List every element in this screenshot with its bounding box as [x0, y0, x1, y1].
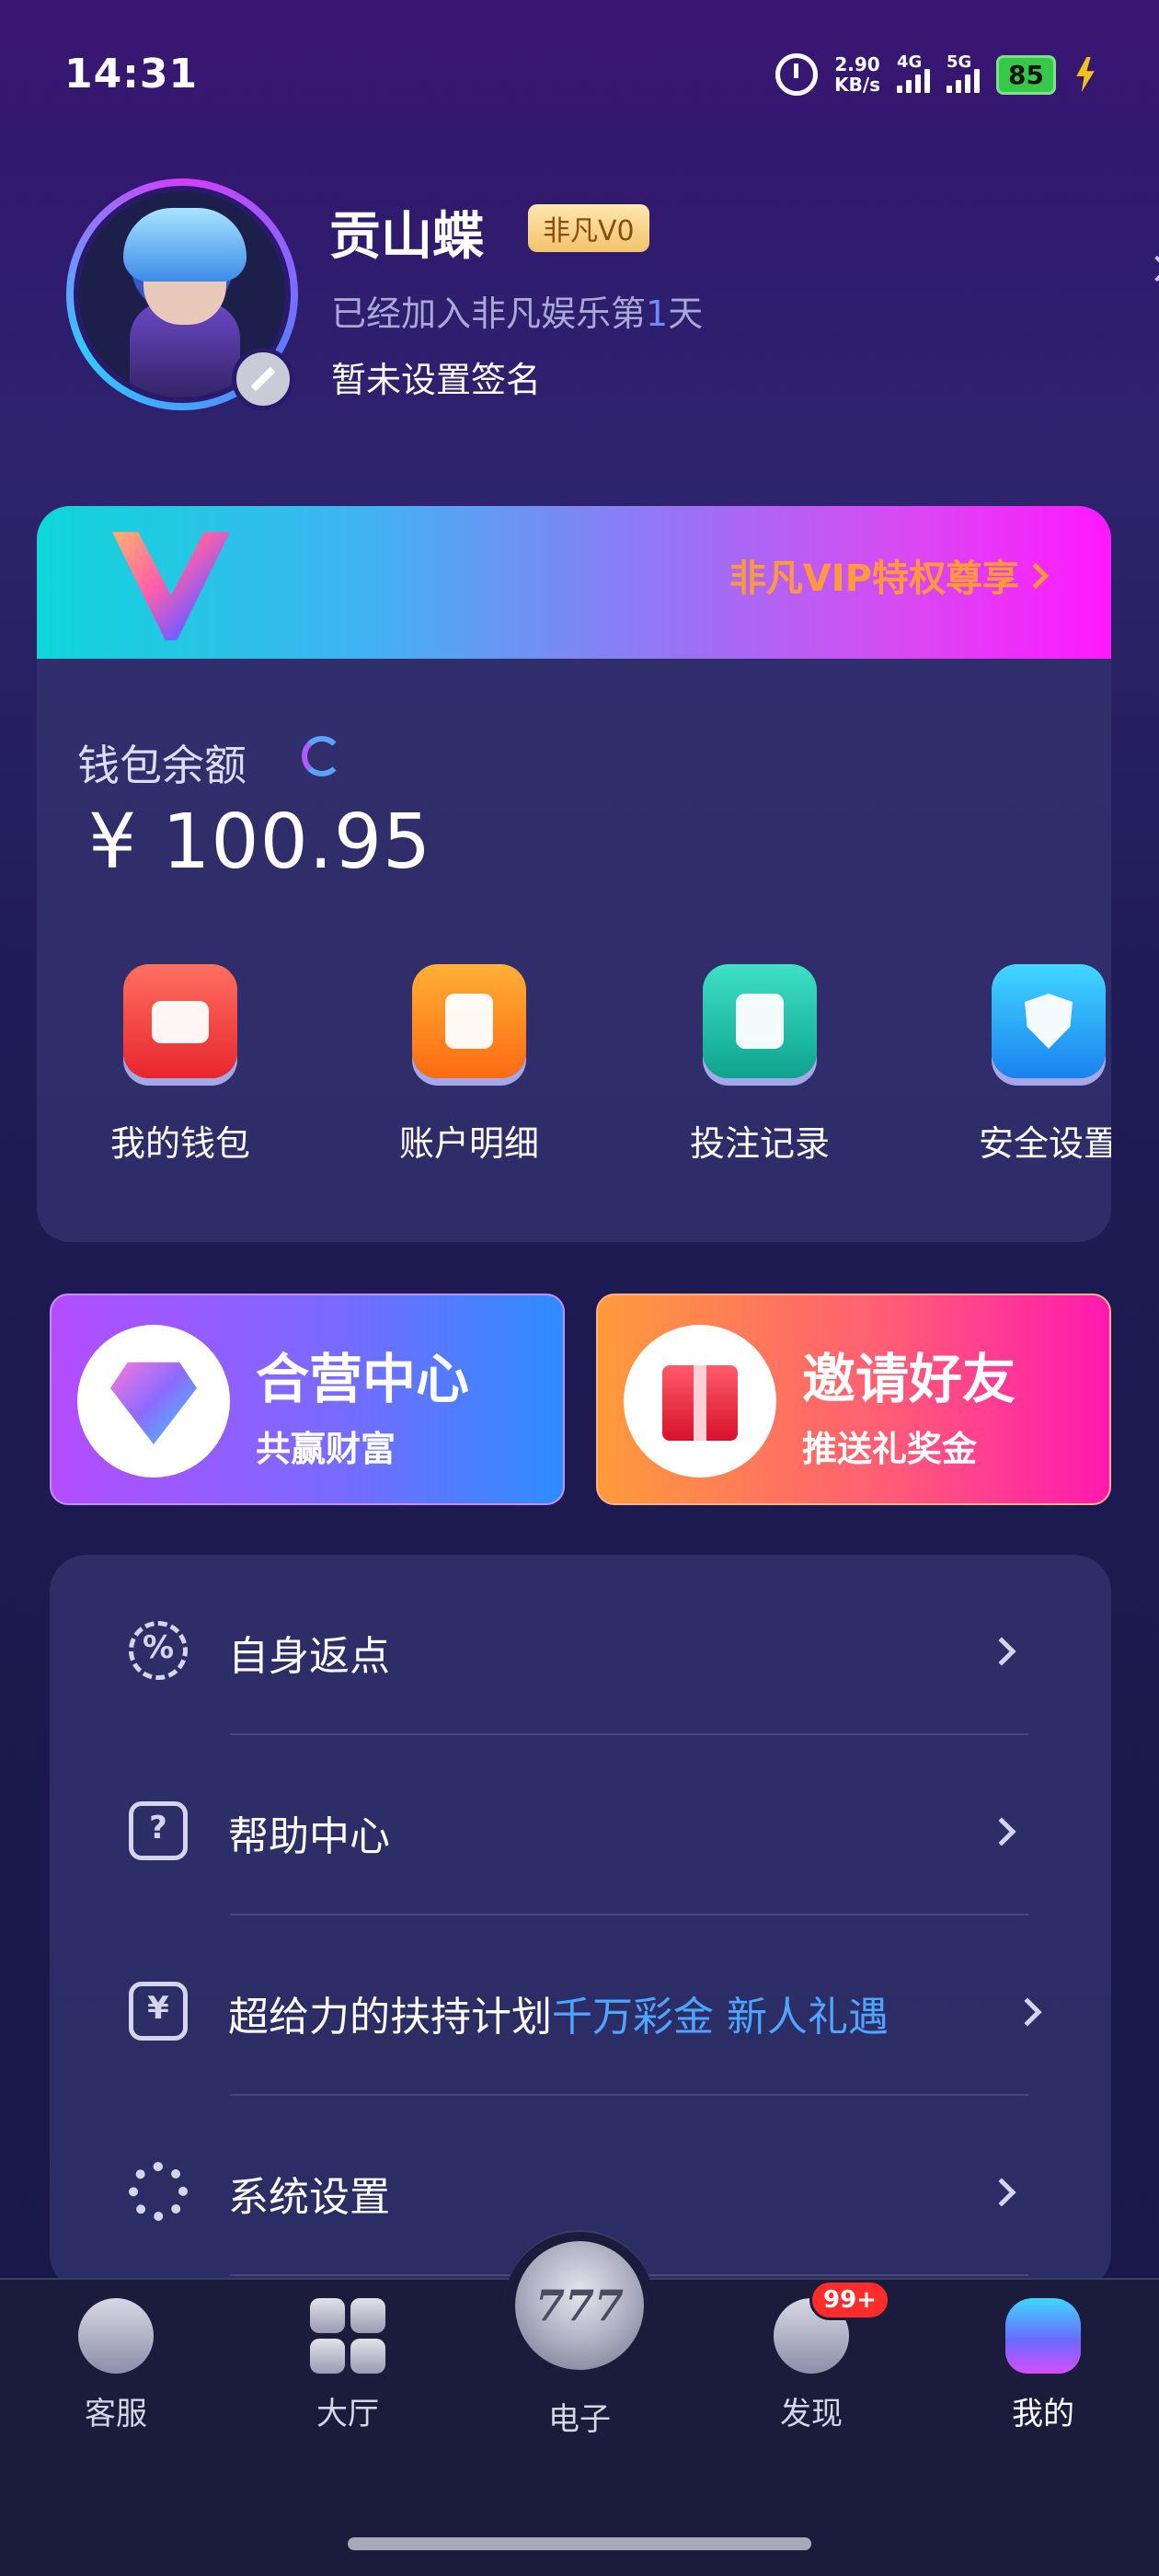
nav-item-me[interactable]: 我的 [951, 2298, 1135, 2433]
chevron-right-icon [987, 2178, 1016, 2207]
charging-bolt-icon [1076, 57, 1095, 92]
menu-item-rebate[interactable]: % 自身返点 [50, 1555, 1111, 1735]
discover-notification-badge: 99+ [809, 2280, 890, 2320]
gem-icon [77, 1325, 230, 1478]
edit-avatar-icon[interactable] [232, 348, 294, 410]
menu-item-label: 自身返点 [228, 1633, 390, 1680]
invite-friends-subtitle: 推送礼奖金 [802, 1429, 978, 1469]
menu-item-label: 帮助中心 [228, 1813, 390, 1860]
signal-4g-icon: 4G [897, 52, 931, 93]
nav-item-customer-service[interactable]: 客服 [24, 2298, 208, 2433]
account-details-icon [412, 964, 526, 1078]
settings-menu: % 自身返点 ? 帮助中心 ¥ 超给力的扶持计划千万彩金 新人礼遇 系统设置 [50, 1555, 1111, 2291]
shield-icon [992, 964, 1106, 1078]
user-name: 贡山蝶 [329, 207, 484, 267]
quick-action-my-wallet[interactable]: 我的钱包 [88, 964, 272, 1166]
nav-item-lobby[interactable]: 大厅 [256, 2298, 440, 2433]
invite-friends-card[interactable]: 邀请好友 推送礼奖金 [596, 1294, 1111, 1505]
menu-item-label: 超给力的扶持计划千万彩金 新人礼遇 [228, 1984, 889, 2042]
gift-icon: ¥ [129, 1982, 188, 2041]
network-speed: 2.90 KB/s [834, 54, 880, 95]
network-speed-unit: KB/s [834, 74, 881, 96]
wallet-card: 非凡VIP特权尊享 钱包余额 ¥ 100.95 我的钱包 账户明细 投注记录 安… [37, 506, 1111, 1242]
gift-box-icon [624, 1325, 776, 1478]
status-indicators: 2.90 KB/s 4G 5G 85 [775, 52, 1098, 98]
agent-center-subtitle: 共赢财富 [256, 1429, 396, 1469]
quick-action-bet-record[interactable]: 投注记录 [668, 964, 852, 1166]
menu-item-support-plan[interactable]: ¥ 超给力的扶持计划千万彩金 新人礼遇 [50, 1915, 1111, 2096]
vip-chevron-right-icon [1022, 562, 1050, 590]
joined-suffix: 天 [668, 293, 704, 334]
wallet-balance-amount: ¥ 100.95 [88, 799, 432, 886]
wallet-balance-label: 钱包余额 [77, 741, 247, 790]
nav-label: 我的 [1012, 2396, 1074, 2432]
quick-action-label: 账户明细 [398, 1123, 539, 1164]
quick-action-label: 我的钱包 [109, 1123, 250, 1164]
bet-record-icon [703, 964, 817, 1078]
slots-777-icon[interactable]: 777 [515, 2241, 644, 2370]
profile-icon [1005, 2298, 1081, 2374]
agent-center-card[interactable]: 合营中心 共赢财富 [50, 1294, 565, 1505]
joined-days-text: 已经加入非凡娱乐第1天 [331, 285, 703, 336]
nav-label: 发现 [780, 2396, 843, 2432]
menu-item-label: 系统设置 [228, 2174, 390, 2221]
invite-friends-title: 邀请好友 [802, 1348, 1016, 1410]
support-plan-highlight: 千万彩金 新人礼遇 [552, 1994, 889, 2041]
quick-action-label: 安全设置 [978, 1123, 1111, 1164]
battery-indicator: 85 [996, 54, 1056, 95]
refresh-icon[interactable] [302, 736, 342, 776]
status-time: 14:31 [64, 51, 199, 98]
signature-text[interactable]: 暂未设置签名 [331, 351, 541, 402]
help-icon: ? [129, 1801, 188, 1860]
vip-logo-icon [112, 532, 230, 640]
support-plan-label: 超给力的扶持计划 [228, 1994, 552, 2041]
lobby-grid-icon [310, 2298, 385, 2374]
signal-4g-label: 4G [897, 52, 923, 72]
signal-5g-label: 5G [947, 52, 972, 72]
quick-action-label: 投注记录 [689, 1123, 830, 1164]
percent-badge-icon: % [129, 1621, 188, 1680]
gear-icon [129, 2162, 188, 2221]
nav-item-electronic-label: 电子 [548, 2401, 611, 2438]
nav-label: 大厅 [316, 2396, 379, 2432]
chevron-right-icon [987, 1817, 1016, 1846]
agent-center-title: 合营中心 [256, 1348, 470, 1410]
wallet-icon [123, 964, 237, 1078]
joined-days-count: 1 [646, 293, 669, 334]
alarm-icon [775, 53, 819, 96]
vip-privilege-banner[interactable]: 非凡VIP特权尊享 [37, 506, 1111, 659]
quick-action-security-settings[interactable]: 安全设置 [957, 964, 1111, 1166]
chevron-right-icon [987, 1637, 1016, 1666]
menu-item-help-center[interactable]: ? 帮助中心 [50, 1735, 1111, 1915]
vip-level-badge: 非凡V0 [528, 204, 649, 252]
chevron-right-icon [1013, 1997, 1042, 2027]
joined-prefix: 已经加入非凡娱乐第 [331, 293, 647, 334]
signal-5g-icon: 5G [947, 52, 981, 93]
quick-action-account-details[interactable]: 账户明细 [377, 964, 561, 1166]
nav-label: 客服 [85, 2396, 147, 2432]
home-indicator[interactable] [348, 2537, 811, 2550]
status-bar: 14:31 2.90 KB/s 4G 5G 85 [0, 0, 1159, 147]
network-speed-value: 2.90 [834, 53, 880, 75]
customer-service-icon [78, 2298, 154, 2374]
vip-privilege-text: 非凡VIP特权尊享 [729, 558, 1019, 600]
